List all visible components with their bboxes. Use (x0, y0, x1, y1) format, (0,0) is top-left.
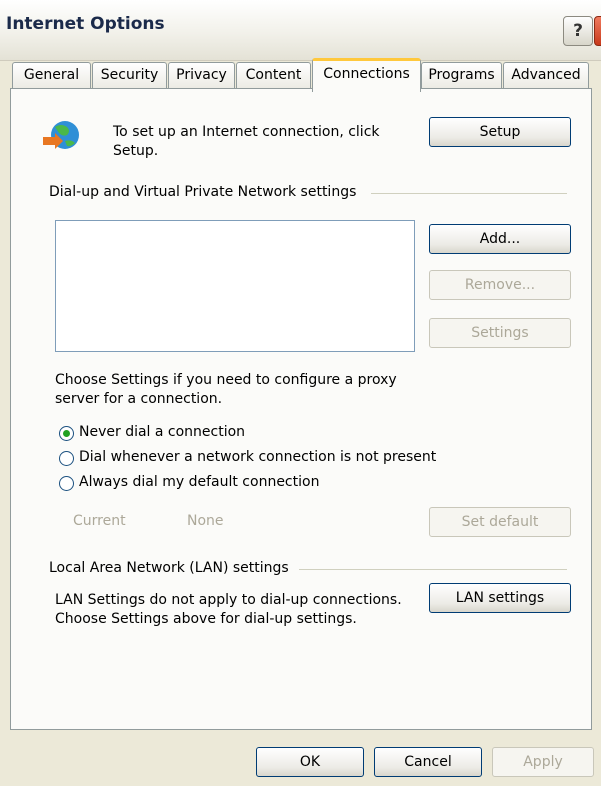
globe-network-icon (41, 117, 81, 157)
radio-dial-whenever-label[interactable]: Dial whenever a network connection is no… (79, 449, 436, 465)
radio-selected-dot (63, 430, 70, 437)
lan-settings-button[interactable]: LAN settings (429, 583, 571, 613)
radio-always-dial[interactable] (59, 476, 74, 491)
connections-listbox[interactable] (55, 220, 415, 352)
tab-general[interactable]: General (12, 62, 91, 88)
radio-always-dial-label[interactable]: Always dial my default connection (79, 474, 319, 490)
tab-programs[interactable]: Programs (421, 62, 502, 88)
tab-content[interactable]: Content (236, 62, 311, 88)
radio-dial-whenever[interactable] (59, 451, 74, 466)
tab-security[interactable]: Security (92, 62, 167, 88)
settings-button[interactable]: Settings (429, 318, 571, 348)
setup-button[interactable]: Setup (429, 117, 571, 147)
tab-advanced[interactable]: Advanced (503, 62, 589, 88)
cancel-button[interactable]: Cancel (374, 747, 482, 777)
current-value: None (187, 513, 224, 529)
title-bar[interactable]: Internet Options ? X (0, 0, 601, 61)
lan-description: LAN Settings do not apply to dial-up con… (55, 592, 402, 627)
close-button[interactable]: X (594, 16, 601, 46)
apply-button[interactable]: Apply (492, 747, 594, 777)
radio-never-dial-label[interactable]: Never dial a connection (79, 424, 245, 440)
tab-privacy[interactable]: Privacy (168, 62, 235, 88)
proxy-description: Choose Settings if you need to configure… (55, 372, 397, 407)
add-button[interactable]: Add... (429, 224, 571, 254)
help-button[interactable]: ? (563, 16, 593, 46)
current-label: Current (73, 513, 126, 529)
radio-never-dial[interactable] (59, 426, 74, 441)
connections-panel: To set up an Internet connection, click … (10, 88, 592, 730)
group-divider (371, 193, 567, 194)
window-title: Internet Options (6, 14, 165, 34)
tab-connections[interactable]: Connections (312, 58, 421, 92)
set-default-button[interactable]: Set default (429, 507, 571, 537)
setup-description: To set up an Internet connection, click … (113, 124, 380, 159)
ok-button[interactable]: OK (256, 747, 364, 777)
group-divider (299, 569, 567, 570)
dialup-heading: Dial-up and Virtual Private Network sett… (49, 184, 357, 200)
remove-button[interactable]: Remove... (429, 270, 571, 300)
lan-heading: Local Area Network (LAN) settings (49, 560, 289, 576)
